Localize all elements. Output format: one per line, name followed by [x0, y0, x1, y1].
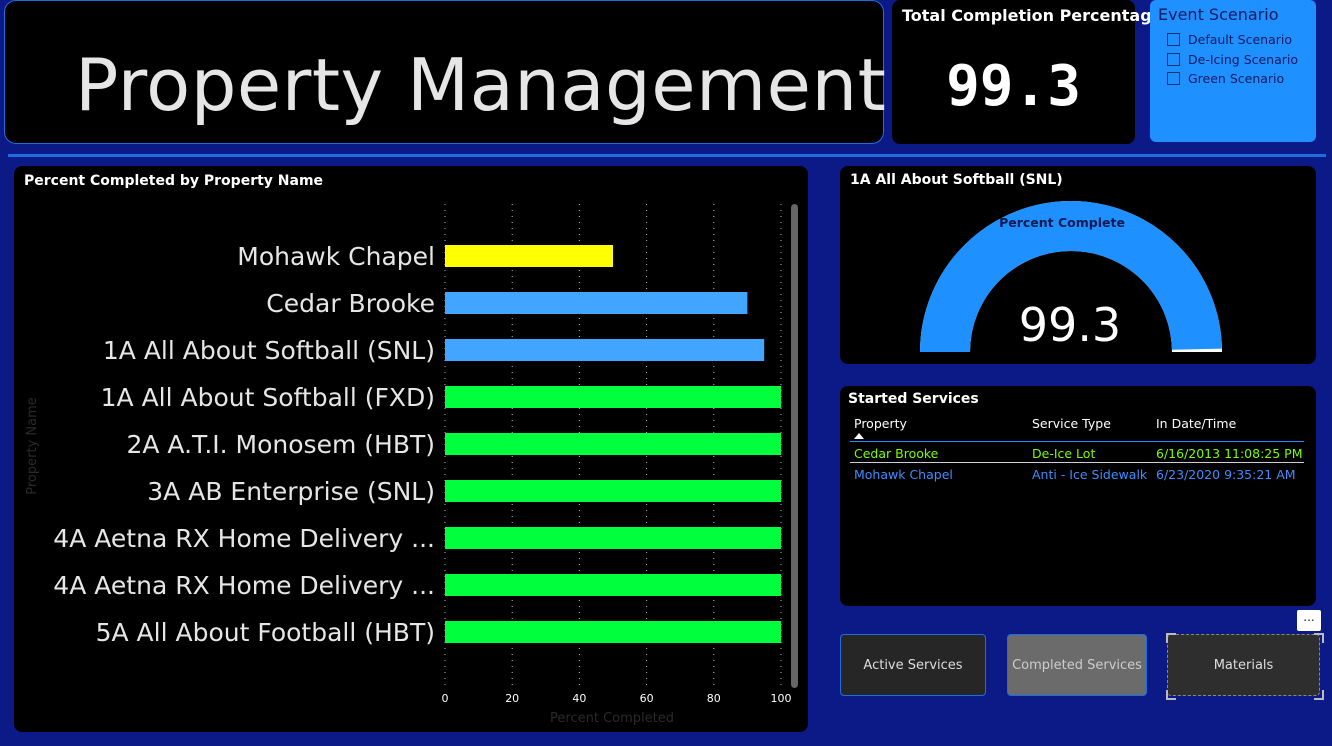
selection-handle[interactable] — [1166, 633, 1176, 643]
slicer-option-label: Default Scenario — [1188, 31, 1292, 47]
cell-property: Mohawk Chapel — [854, 467, 953, 482]
bar — [445, 480, 781, 502]
y-tick-label: 2A A.T.I. Monosem (HBT) — [126, 430, 435, 459]
x-tick-label: 20 — [505, 692, 519, 705]
page-title: Property Management — [75, 43, 887, 127]
cell-service-type: Anti - Ice Sidewalk — [1032, 467, 1148, 482]
bar — [445, 433, 781, 455]
slicer-option-green[interactable]: Green Scenario — [1167, 70, 1284, 86]
y-tick-label: Cedar Brooke — [266, 289, 435, 318]
x-tick-label: 100 — [771, 692, 792, 705]
y-tick-label: 4A Aetna RX Home Delivery ... — [53, 571, 435, 600]
title-panel: Property Management — [4, 0, 887, 144]
x-tick-label: 60 — [640, 692, 654, 705]
materials-label: Materials — [1213, 657, 1274, 673]
column-header-service-type[interactable]: Service Type — [1032, 416, 1111, 431]
sort-ascending-icon[interactable] — [854, 433, 864, 439]
bar — [445, 292, 748, 314]
checkbox[interactable] — [1167, 52, 1180, 66]
column-header-property[interactable]: Property — [854, 416, 907, 431]
bar — [445, 621, 781, 643]
x-tick-label: 80 — [707, 692, 721, 705]
slicer-option-default[interactable]: Default Scenario — [1167, 31, 1292, 47]
chart-scrollbar[interactable] — [791, 204, 798, 688]
cell-datetime: 6/16/2013 11:08:25 PM — [1156, 446, 1303, 461]
selection-handle[interactable] — [1314, 633, 1324, 643]
completed-services-button[interactable]: Completed Services — [1007, 634, 1147, 696]
started-services-table: Started Services Property Service Type I… — [840, 386, 1316, 606]
slicer-option-de-icing[interactable]: De-Icing Scenario — [1167, 51, 1298, 67]
x-axis-label: Percent Completed — [550, 711, 674, 726]
gauge-panel: 1A All About Softball (SNL) Percent Comp… — [840, 166, 1316, 364]
kpi-card: Total Completion Percentage 99.3 — [892, 0, 1163, 144]
kpi-label: Total Completion Percentage — [902, 6, 1163, 25]
x-tick-label: 0 — [442, 692, 449, 705]
more-options-icon[interactable]: ... — [1297, 610, 1321, 631]
bar — [445, 245, 613, 267]
kpi-value: 99.3 — [946, 54, 1081, 119]
checkbox[interactable] — [1167, 71, 1180, 85]
y-tick-label: Mohawk Chapel — [237, 242, 435, 271]
y-tick-label: 1A All About Softball (SNL) — [103, 336, 435, 365]
bar — [445, 527, 781, 549]
table-row[interactable]: Cedar Brooke De-Ice Lot 6/16/2013 11:08:… — [850, 443, 1304, 463]
bar — [445, 339, 765, 361]
bar — [445, 574, 781, 596]
materials-button[interactable]: Materials — [1167, 634, 1320, 696]
header-divider — [850, 441, 1304, 442]
x-tick-label: 40 — [572, 692, 586, 705]
y-tick-label: 3A AB Enterprise (SNL) — [147, 477, 435, 506]
row-divider — [850, 462, 1304, 463]
cell-property: Cedar Brooke — [854, 446, 939, 461]
bar-chart: 0 20 40 60 80 100 Mohawk Chapel Cedar Brooke 1A … — [25, 204, 792, 726]
cell-datetime: 6/23/2020 9:35:21 AM — [1156, 467, 1296, 482]
cell-service-type: De-Ice Lot — [1032, 446, 1096, 461]
header-divider — [8, 154, 1326, 157]
event-scenario-slicer: Event Scenario Default Scenario De-Icing… — [1150, 0, 1316, 142]
bar-chart-panel: 0 20 40 60 80 100 Mohawk Chapel Cedar Brooke 1A … — [14, 166, 808, 732]
y-tick-label: 1A All About Softball (FXD) — [101, 383, 435, 412]
active-services-button[interactable]: Active Services — [840, 634, 986, 696]
column-header-datetime[interactable]: In Date/Time — [1156, 416, 1236, 431]
gauge-label: Percent Complete — [999, 215, 1125, 230]
slicer-option-label: De-Icing Scenario — [1188, 51, 1299, 67]
slicer-option-label: Green Scenario — [1188, 70, 1285, 86]
y-tick-label: 5A All About Football (HBT) — [96, 618, 435, 647]
gauge-value: 99.3 — [1019, 298, 1121, 352]
selection-handle[interactable] — [1166, 690, 1176, 700]
slicer-title: Event Scenario — [1158, 5, 1279, 24]
y-tick-label: 4A Aetna RX Home Delivery ... — [53, 524, 435, 553]
checkbox[interactable] — [1167, 32, 1180, 46]
gauge-chart: Percent Complete 99.3 — [920, 201, 1222, 353]
chart-title: Percent Completed by Property Name — [24, 173, 324, 189]
selection-handle[interactable] — [1314, 690, 1324, 700]
table-title: Started Services — [848, 391, 979, 407]
table-row[interactable]: Mohawk Chapel Anti - Ice Sidewalk 6/23/2… — [850, 464, 1304, 484]
bar — [445, 386, 781, 408]
y-axis-label: Property Name — [25, 397, 40, 495]
